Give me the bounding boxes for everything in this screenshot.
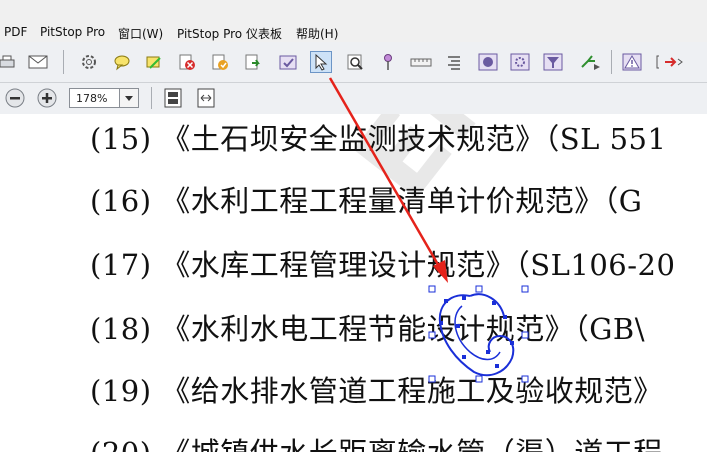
doc-line-19: (19) 《给水排水管道工程施工及验收规范》: [90, 374, 663, 408]
doc-line-17: (17) 《水库工程管理设计规范》（SL106-20: [90, 248, 676, 282]
doc-line-15: (15) 《土石坝安全监测技术规范》（SL 551: [90, 122, 667, 156]
toolbar-separator: [611, 50, 612, 74]
menu-pdf[interactable]: PDF: [4, 25, 27, 39]
doc-line-18: (18) 《水利水电工程节能设计规范》（GB\: [90, 312, 645, 346]
zoom-level-select[interactable]: 178%: [69, 88, 139, 108]
menu-pitstop-dashboard[interactable]: PitStop Pro 仪表板: [177, 25, 282, 42]
inspect-icon[interactable]: [344, 51, 366, 73]
print-icon[interactable]: [0, 51, 18, 73]
select-object-icon[interactable]: [310, 51, 332, 73]
toolbar-separator: [63, 50, 64, 74]
ruler-icon[interactable]: [410, 51, 432, 73]
main-toolbar: [0, 42, 707, 83]
gear-icon[interactable]: [78, 51, 100, 73]
fit-page-icon[interactable]: [162, 87, 184, 109]
check-icon[interactable]: [277, 51, 299, 73]
list-icon[interactable]: [443, 51, 465, 73]
filter-icon[interactable]: [542, 51, 564, 73]
fit-width-icon[interactable]: [195, 87, 217, 109]
edit-icon[interactable]: [209, 51, 231, 73]
globe-icon[interactable]: [477, 51, 499, 73]
zoom-level-value: 178%: [76, 92, 108, 105]
zoom-in-button[interactable]: [37, 88, 57, 108]
zoom-out-button[interactable]: [5, 88, 25, 108]
email-icon[interactable]: [27, 51, 49, 73]
warning-icon[interactable]: [621, 51, 643, 73]
comment-icon[interactable]: [111, 51, 133, 73]
menu-bar: PDF PitStop Pro 窗口(W) PitStop Pro 仪表板 帮助…: [0, 0, 707, 43]
highlight-icon[interactable]: [143, 51, 165, 73]
menu-help[interactable]: 帮助(H): [296, 25, 338, 42]
toolbar-separator: [151, 87, 152, 109]
export-icon[interactable]: [242, 51, 264, 73]
menu-window[interactable]: 窗口(W): [118, 25, 163, 42]
doc-line-16: (16) 《水利工程工程量清单计价规范》（G: [90, 184, 643, 218]
navigate-icon[interactable]: [653, 51, 687, 73]
zoom-toolbar: 178%: [0, 83, 707, 115]
document-page: ERHIN (15) 《土石坝安全监测技术规范》（SL 551 (16) 《水利…: [0, 114, 707, 452]
doc-line-20: (20) 《城镇供水长距离输水管（渠）道工程: [90, 430, 663, 452]
pin-icon[interactable]: [377, 51, 399, 73]
menu-pitstop-pro[interactable]: PitStop Pro: [40, 25, 105, 39]
remove-icon[interactable]: [176, 51, 198, 73]
action-icon[interactable]: [578, 51, 600, 73]
chevron-down-icon[interactable]: [119, 89, 138, 107]
settings-icon[interactable]: [509, 51, 531, 73]
